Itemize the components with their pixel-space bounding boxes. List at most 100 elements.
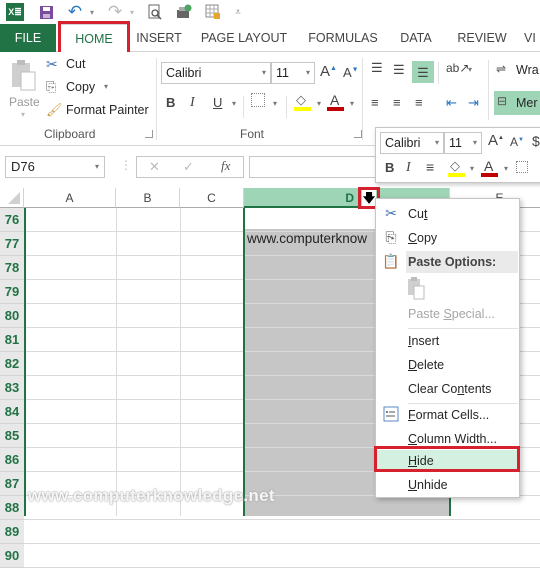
row-header-88[interactable]: 88 — [0, 496, 24, 520]
chevron-down-icon[interactable]: ▾ — [470, 164, 474, 173]
fill-color-dropdown-icon[interactable]: ▾ — [317, 99, 321, 108]
name-box[interactable]: D76 ▾ — [5, 156, 105, 178]
font-color-dropdown-icon[interactable]: ▾ — [350, 99, 354, 108]
row-header-85[interactable]: 85 — [0, 424, 24, 448]
clipboard-launcher-icon[interactable] — [145, 130, 153, 138]
mini-increase-font-button[interactable]: A▲ — [488, 132, 504, 149]
menu-item-insert[interactable]: Insert — [376, 330, 519, 352]
protect-sheet-icon[interactable] — [204, 3, 222, 21]
cancel-button[interactable]: ✕ — [149, 159, 160, 175]
copy-button[interactable]: ⎘ Copy ▾ — [46, 79, 116, 99]
orientation-dropdown-icon[interactable]: ▾ — [468, 65, 472, 74]
row-header-84[interactable]: 84 — [0, 400, 24, 424]
print-preview-icon[interactable] — [146, 3, 164, 21]
mini-font-color-button[interactable]: A — [481, 158, 499, 178]
font-size-combo[interactable]: 11 ▾ — [271, 62, 315, 84]
font-color-icon: A — [484, 158, 494, 174]
mini-italic-button[interactable]: I — [406, 160, 411, 176]
underline-button[interactable]: U — [213, 95, 222, 110]
column-header-c[interactable]: C — [180, 188, 244, 208]
undo-dropdown-icon[interactable]: ▾ — [83, 3, 101, 21]
separator — [286, 96, 287, 118]
align-center-button[interactable]: ≡ — [393, 95, 401, 110]
mini-borders-button[interactable] — [516, 161, 528, 173]
copy-dropdown-icon[interactable]: ▾ — [104, 82, 108, 91]
decrease-indent-button[interactable]: ⇤ — [446, 95, 457, 111]
row-header-83[interactable]: 83 — [0, 376, 24, 400]
tab-formulas[interactable]: FORMULAS — [304, 24, 382, 52]
top-align-button[interactable]: ☰ — [371, 60, 383, 76]
increase-indent-button[interactable]: ⇥ — [468, 95, 479, 111]
orientation-button[interactable]: ab↗ — [446, 61, 469, 75]
font-color-button[interactable]: A — [327, 92, 345, 112]
fill-color-swatch — [294, 107, 311, 111]
row-header-76[interactable]: 76 — [0, 208, 24, 232]
tab-view[interactable]: VI — [524, 24, 540, 52]
redo-icon[interactable]: ↷ — [106, 2, 124, 21]
row-header-78[interactable]: 78 — [0, 256, 24, 280]
align-left-button[interactable]: ≡ — [371, 95, 379, 110]
touch-mode-icon[interactable] — [175, 3, 193, 21]
row-header-89[interactable]: 89 — [0, 520, 24, 544]
row-header-77[interactable]: 77 — [0, 232, 24, 256]
undo-icon[interactable]: ↶ — [66, 2, 84, 21]
row-header-80[interactable]: 80 — [0, 304, 24, 328]
merge-button[interactable]: ⊟ Mer — [494, 91, 540, 115]
menu-item-format-cells[interactable]: Format Cells... — [376, 404, 519, 426]
menu-item-unhide[interactable]: Unhide — [376, 474, 519, 496]
tab-page-layout[interactable]: PAGE LAYOUT — [196, 24, 292, 52]
customize-qat-icon[interactable]: ⩡ — [229, 3, 247, 21]
underline-dropdown-icon[interactable]: ▾ — [232, 99, 236, 108]
decrease-font-size-button[interactable]: A▼ — [343, 65, 359, 80]
font-name-combo[interactable]: Calibri ▾ — [161, 62, 271, 84]
borders-button[interactable] — [251, 93, 265, 107]
row-header-90[interactable]: 90 — [0, 544, 24, 568]
chevron-down-icon[interactable]: ▾ — [504, 164, 508, 173]
mini-fill-color-button[interactable]: ◇ — [448, 158, 466, 178]
enter-button[interactable]: ✓ — [183, 159, 194, 175]
paste-icon: 📋 — [382, 253, 400, 269]
align-right-button[interactable]: ≡ — [415, 95, 423, 110]
fill-color-swatch — [448, 173, 465, 177]
tab-file[interactable]: FILE — [0, 24, 56, 52]
row-header-81[interactable]: 81 — [0, 328, 24, 352]
middle-align-button[interactable]: ☰ — [393, 62, 405, 78]
mini-font-size-combo[interactable]: 11 ▾ — [444, 132, 482, 154]
row-header-82[interactable]: 82 — [0, 352, 24, 376]
format-painter-button[interactable]: 🖌 Format Painter — [46, 102, 154, 122]
insert-function-button[interactable]: fx — [221, 158, 230, 174]
select-all-button[interactable] — [0, 188, 24, 208]
cell-d77[interactable]: www.computerknow — [247, 231, 367, 246]
menu-separator — [408, 328, 518, 329]
increase-font-size-button[interactable]: A▲ — [320, 63, 337, 80]
tab-review[interactable]: REVIEW — [452, 24, 512, 52]
menu-item-delete[interactable]: Delete — [376, 354, 519, 376]
copy-icon: ⎘ — [385, 229, 397, 245]
menu-item-copy[interactable]: ⎘ Copy — [376, 227, 519, 249]
row-header-86[interactable]: 86 — [0, 448, 24, 472]
tab-data[interactable]: DATA — [392, 24, 440, 52]
menu-item-cut[interactable]: ✂ Cut — [376, 203, 519, 225]
font-launcher-icon[interactable] — [354, 130, 362, 138]
separator — [438, 62, 439, 84]
column-header-b[interactable]: B — [116, 188, 180, 208]
mini-center-button[interactable]: ≡ — [426, 159, 434, 175]
italic-button[interactable]: I — [190, 95, 195, 111]
menu-item-clear-contents[interactable]: Clear Contents — [376, 378, 519, 400]
cut-button[interactable]: ✂ Cut — [46, 56, 106, 76]
mini-currency-button[interactable]: $ — [532, 133, 540, 149]
paste-button[interactable]: Paste ▾ — [6, 56, 42, 119]
wrap-text-button[interactable]: ⇌ Wra — [496, 62, 540, 82]
bottom-align-button[interactable]: ☰ — [412, 61, 434, 83]
save-icon[interactable] — [37, 3, 55, 21]
row-header-79[interactable]: 79 — [0, 280, 24, 304]
tab-insert[interactable]: INSERT — [132, 24, 186, 52]
mini-bold-button[interactable]: B — [385, 160, 394, 175]
row-header-87[interactable]: 87 — [0, 472, 24, 496]
bold-button[interactable]: B — [166, 95, 175, 110]
mini-font-name-combo[interactable]: Calibri ▾ — [380, 132, 444, 154]
mini-decrease-font-button[interactable]: A▼ — [510, 135, 524, 149]
fill-color-button[interactable]: ◇ — [294, 92, 312, 112]
borders-dropdown-icon[interactable]: ▾ — [273, 99, 277, 108]
column-header-a[interactable]: A — [24, 188, 116, 208]
